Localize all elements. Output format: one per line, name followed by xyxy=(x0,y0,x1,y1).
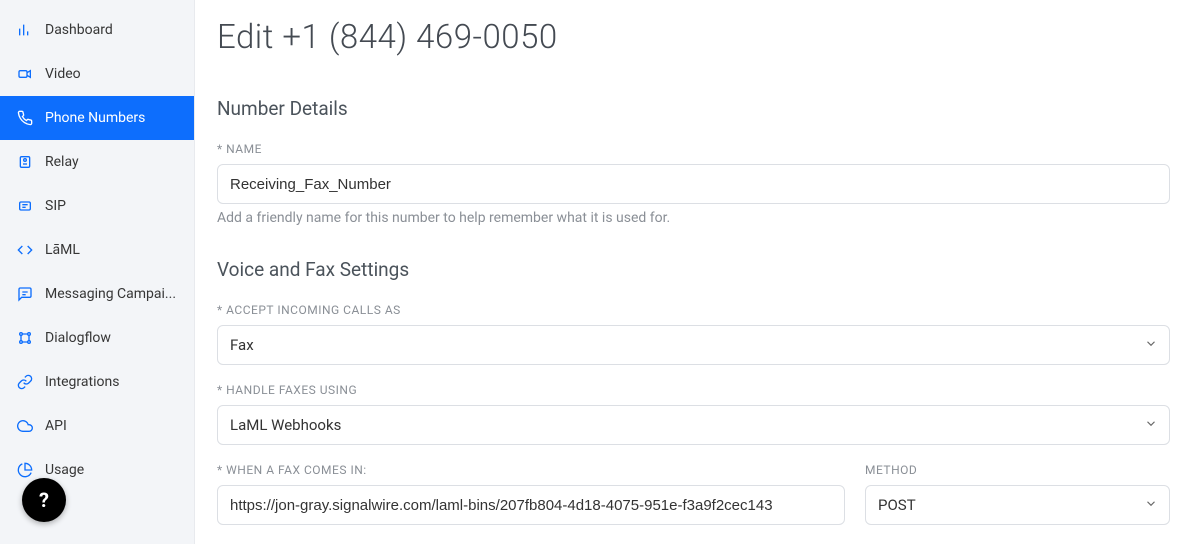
code-icon xyxy=(17,242,33,258)
sidebar-item-label: Dialogflow xyxy=(45,330,111,346)
main-content: Edit +1 (844) 469-0050 Number Details * … xyxy=(195,0,1188,544)
page-title: Edit +1 (844) 469-0050 xyxy=(217,18,1170,57)
link-icon xyxy=(17,374,33,390)
sip-icon xyxy=(17,198,33,214)
sidebar-item-label: Video xyxy=(45,66,81,82)
sidebar-item-label: Relay xyxy=(45,154,79,170)
sidebar-item-sip[interactable]: SIP xyxy=(0,184,194,228)
field-name: * NAME Add a friendly name for this numb… xyxy=(217,142,1170,226)
sidebar-item-label: SIP xyxy=(45,198,66,214)
sidebar-item-messaging-campaigns[interactable]: Messaging Campai... xyxy=(0,272,194,316)
cloud-icon xyxy=(17,418,33,434)
sidebar-item-laml[interactable]: LāML xyxy=(0,228,194,272)
sidebar-item-dialogflow[interactable]: Dialogflow xyxy=(0,316,194,360)
accept-incoming-select[interactable]: Fax xyxy=(217,325,1170,365)
sidebar-item-video[interactable]: Video xyxy=(0,52,194,96)
chart-bar-icon xyxy=(17,22,33,38)
field-handle-faxes: * HANDLE FAXES USING LaML Webhooks xyxy=(217,383,1170,445)
field-accept-incoming: * ACCEPT INCOMING CALLS AS Fax xyxy=(217,303,1170,365)
sidebar-item-label: Messaging Campai... xyxy=(45,286,176,302)
sidebar-item-label: API xyxy=(45,418,67,434)
sidebar-item-label: Usage xyxy=(45,462,84,478)
fax-incoming-input[interactable] xyxy=(217,485,845,525)
sidebar-item-relay[interactable]: Relay xyxy=(0,140,194,184)
video-icon xyxy=(17,66,33,82)
question-icon: ? xyxy=(39,488,49,512)
row-fax-incoming: * WHEN A FAX COMES IN: METHOD POST xyxy=(217,463,1170,543)
sidebar-item-label: Integrations xyxy=(45,374,119,390)
select-value: Fax xyxy=(230,336,254,354)
help-button[interactable]: ? xyxy=(22,478,66,522)
sidebar-item-label: Dashboard xyxy=(45,22,113,38)
section-heading: Number Details xyxy=(217,97,1170,120)
select-value: LaML Webhooks xyxy=(230,416,341,434)
fax-incoming-label: * WHEN A FAX COMES IN: xyxy=(217,463,845,477)
sidebar-item-label: Phone Numbers xyxy=(45,110,145,126)
method-select[interactable]: POST xyxy=(865,485,1170,525)
sidebar-item-phone-numbers[interactable]: Phone Numbers xyxy=(0,96,194,140)
sidebar-item-integrations[interactable]: Integrations xyxy=(0,360,194,404)
sidebar-item-label: LāML xyxy=(45,242,80,258)
handle-faxes-select[interactable]: LaML Webhooks xyxy=(217,405,1170,445)
dialogflow-icon xyxy=(17,330,33,346)
message-icon xyxy=(17,286,33,302)
sidebar-item-api[interactable]: API xyxy=(0,404,194,448)
phone-icon xyxy=(17,110,33,126)
accept-incoming-label: * ACCEPT INCOMING CALLS AS xyxy=(217,303,1170,317)
handle-faxes-label: * HANDLE FAXES USING xyxy=(217,383,1170,397)
sidebar: Dashboard Video Phone Numbers Relay SIP … xyxy=(0,0,195,544)
name-label: * NAME xyxy=(217,142,1170,156)
name-input[interactable] xyxy=(217,164,1170,204)
select-value: POST xyxy=(878,496,916,514)
relay-icon xyxy=(17,154,33,170)
section-heading: Voice and Fax Settings xyxy=(217,258,1170,281)
field-fax-incoming-url: * WHEN A FAX COMES IN: xyxy=(217,463,845,525)
section-voice-fax: Voice and Fax Settings * ACCEPT INCOMING… xyxy=(217,258,1170,543)
sidebar-item-dashboard[interactable]: Dashboard xyxy=(0,8,194,52)
method-label: METHOD xyxy=(865,463,1170,477)
name-help-text: Add a friendly name for this number to h… xyxy=(217,210,1170,226)
pie-icon xyxy=(17,462,33,478)
field-method: METHOD POST xyxy=(865,463,1170,525)
section-number-details: Number Details * NAME Add a friendly nam… xyxy=(217,97,1170,226)
